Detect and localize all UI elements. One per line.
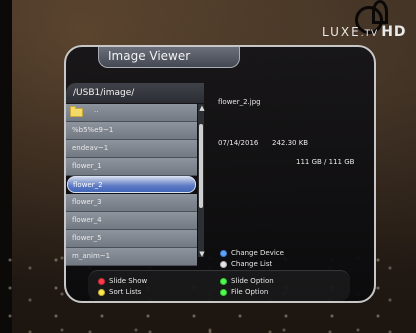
ornament-2: [372, 0, 388, 24]
file-option-hint[interactable]: File Option: [220, 288, 268, 296]
list-item[interactable]: endeav~1: [66, 140, 197, 158]
change-list-hint[interactable]: Change List: [220, 260, 272, 268]
list-item-parent-folder[interactable]: ..: [66, 104, 197, 122]
list-item-label: flower_1: [72, 162, 102, 170]
sort-lists-hint[interactable]: Sort Lists: [98, 288, 141, 296]
list-item-selected[interactable]: flower_2: [67, 176, 196, 193]
brand-tv: .TV: [360, 29, 379, 39]
slide-show-label: Slide Show: [109, 277, 148, 285]
change-list-label: Change List: [231, 260, 273, 268]
sort-lists-label: Sort Lists: [109, 288, 142, 296]
slide-option-label: Slide Option: [231, 277, 274, 285]
folder-icon: [70, 106, 83, 117]
list-item-label: m_anim~1: [72, 252, 111, 260]
list-item[interactable]: flower_1: [66, 158, 197, 176]
scrollbar-thumb[interactable]: [199, 124, 203, 208]
red-key-icon: [98, 277, 105, 285]
list-item[interactable]: flower_3: [66, 194, 197, 212]
chevron-down-icon[interactable]: ▼: [198, 250, 206, 258]
storage-usage: 111 GB / 111 GB: [296, 158, 355, 166]
brand-hd: HD: [381, 24, 407, 40]
green-key-icon: [220, 277, 227, 285]
yellow-key-icon: [98, 288, 105, 296]
list-item[interactable]: flower_4: [66, 212, 197, 230]
white-key-icon: [220, 260, 227, 268]
channel-logo: LUXE.TV HD: [322, 24, 407, 40]
window-title: Image Viewer: [108, 49, 191, 63]
list-item[interactable]: flower_5: [66, 230, 197, 248]
list-item[interactable]: m_anim~1: [66, 248, 197, 266]
list-item-label: endeav~1: [72, 144, 109, 152]
change-device-hint[interactable]: Change Device: [220, 249, 284, 257]
list-item-label: flower_4: [72, 216, 102, 224]
slide-option-hint[interactable]: Slide Option: [220, 277, 274, 285]
list-item[interactable]: %b5%e9~1: [66, 122, 197, 140]
list-item-label: flower_2: [73, 181, 103, 189]
file-size: 242.30 KB: [272, 139, 309, 147]
list-item-label: ..: [94, 106, 99, 114]
green-key-icon: [220, 288, 227, 296]
file-date: 07/14/2016: [218, 139, 259, 147]
list-item-label: flower_3: [72, 198, 102, 206]
chevron-up-icon[interactable]: ▲: [198, 104, 206, 112]
change-device-label: Change Device: [231, 249, 284, 257]
blue-key-icon: [220, 249, 227, 257]
list-item-label: flower_5: [72, 234, 102, 242]
file-option-label: File Option: [231, 288, 269, 296]
brand-name: LUXE: [322, 25, 361, 39]
list-item-label: %b5%e9~1: [72, 126, 114, 134]
file-name: flower_2.jpg: [218, 98, 261, 106]
current-path: /USB1/image/: [73, 88, 135, 98]
footer-hints-bar: [88, 270, 350, 301]
slide-show-hint[interactable]: Slide Show: [98, 277, 147, 285]
